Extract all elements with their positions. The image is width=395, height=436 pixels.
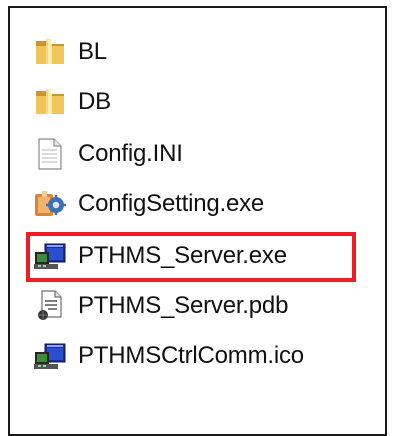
folder-icon bbox=[30, 85, 70, 119]
folder-icon bbox=[30, 35, 70, 69]
file-item-bl[interactable]: BL bbox=[30, 32, 360, 72]
file-item-db[interactable]: DB bbox=[30, 82, 360, 122]
file-item-pthmsctrlcomm-ico[interactable]: PTHMSCtrlComm.ico bbox=[30, 336, 360, 376]
file-item-config-ini[interactable]: Config.INI bbox=[30, 134, 360, 174]
file-item-pthms-server-pdb[interactable]: PTHMS_Server.pdb bbox=[30, 286, 360, 326]
file-name: PTHMS_Server.pdb bbox=[78, 292, 289, 319]
file-item-configsetting-exe[interactable]: ConfigSetting.exe bbox=[30, 184, 360, 224]
file-name: DB bbox=[78, 88, 111, 115]
pdb-file-icon bbox=[30, 289, 70, 323]
file-name: BL bbox=[78, 38, 107, 65]
app-window-icon bbox=[30, 339, 70, 373]
file-name: ConfigSetting.exe bbox=[78, 190, 265, 217]
file-list: BL DB Config.INI ConfigSetting.exe PTHMS… bbox=[0, 0, 395, 414]
file-item-pthms-server-exe[interactable]: PTHMS_Server.exe bbox=[30, 236, 360, 276]
config-app-icon bbox=[30, 187, 70, 221]
app-window-icon bbox=[30, 239, 70, 273]
file-name: PTHMSCtrlComm.ico bbox=[78, 342, 304, 369]
ini-file-icon bbox=[30, 137, 70, 171]
file-name: Config.INI bbox=[78, 140, 183, 167]
file-name: PTHMS_Server.exe bbox=[78, 242, 287, 269]
